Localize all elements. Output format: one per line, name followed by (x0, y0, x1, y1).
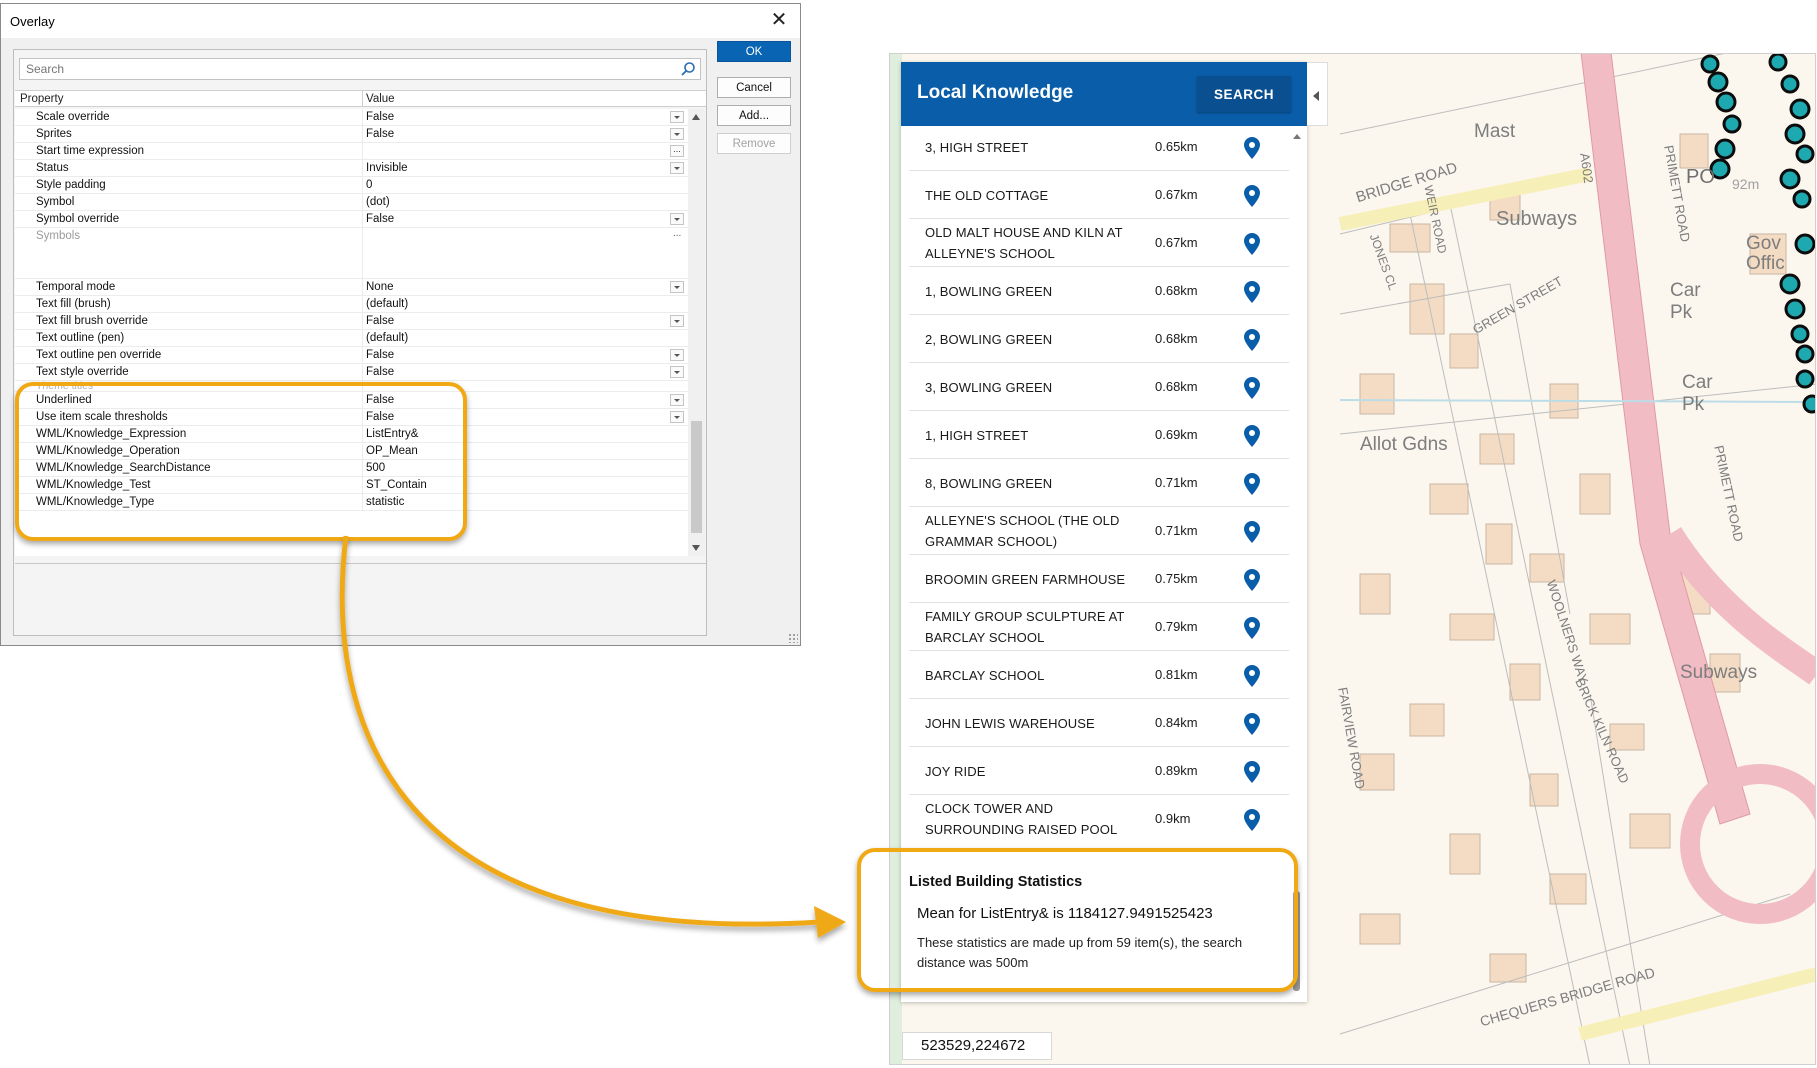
list-item[interactable]: 3, HIGH STREET 0.65km (909, 126, 1289, 171)
map-label-mast: Mast (1474, 121, 1516, 142)
item-distance: 0.81km (1155, 667, 1198, 682)
item-name: JOHN LEWIS WAREHOUSE (925, 715, 1095, 731)
item-name: THE OLD COTTAGE (925, 187, 1049, 203)
item-distance: 0.67km (1155, 235, 1198, 250)
list-item[interactable]: BARCLAY SCHOOL 0.81km (909, 651, 1289, 699)
search-button[interactable]: SEARCH (1197, 76, 1291, 112)
list-item[interactable]: 8, BOWLING GREEN 0.71km (909, 459, 1289, 507)
map-pin-icon[interactable] (1244, 473, 1260, 495)
item-name: 1, HIGH STREET (925, 427, 1029, 443)
list-item[interactable]: BROOMIN GREEN FARMHOUSE 0.75km (909, 555, 1289, 603)
item-name: 3, BOWLING GREEN (925, 379, 1053, 395)
item-distance: 0.89km (1155, 763, 1198, 778)
list-item[interactable]: OLD MALT HOUSE AND KILN AT ALLEYNE'S SCH… (909, 219, 1289, 267)
list-item[interactable]: 1, HIGH STREET 0.69km (909, 411, 1289, 459)
map-pin-icon[interactable] (1244, 713, 1260, 735)
item-distance: 0.69km (1155, 427, 1198, 442)
item-name: 2, BOWLING GREEN (925, 331, 1053, 347)
item-distance: 0.68km (1155, 283, 1198, 298)
item-name: 3, HIGH STREET (925, 139, 1029, 155)
map-label-car-pk-1: Car Pk (1670, 280, 1701, 323)
item-distance: 0.65km (1155, 139, 1198, 154)
local-knowledge-title: Local Knowledge (917, 82, 1074, 103)
map-label-allot-gdns: Allot Gdns (1360, 434, 1448, 455)
item-distance: 0.75km (1155, 571, 1198, 586)
item-name: 1, BOWLING GREEN (925, 283, 1053, 299)
item-name: BARCLAY SCHOOL (925, 667, 1045, 683)
item-name: OLD MALT HOUSE AND KILN AT ALLEYNE'S SCH… (925, 225, 1123, 261)
coordinate-readout: 523529,224672 (902, 1032, 1052, 1060)
map-label-po: PO (1686, 166, 1715, 188)
map-pin-icon[interactable] (1244, 569, 1260, 591)
item-name: FAMILY GROUP SCULPTURE AT BARCLAY SCHOOL (925, 609, 1125, 645)
map-pin-icon[interactable] (1244, 617, 1260, 639)
map-label-gov-offices: Gov Offic (1746, 233, 1785, 274)
map-pin-icon[interactable] (1244, 521, 1260, 543)
map-label-spot-height: 92m (1732, 176, 1760, 192)
highlight-box-statistics (857, 848, 1298, 992)
item-name: BROOMIN GREEN FARMHOUSE (925, 571, 1126, 587)
list-item[interactable]: ALLEYNE'S SCHOOL (THE OLD GRAMMAR SCHOOL… (909, 507, 1289, 555)
map-label-subways-1: Subways (1496, 208, 1578, 230)
item-distance: 0.71km (1155, 475, 1198, 490)
item-name: JOY RIDE (925, 763, 986, 779)
item-distance: 0.79km (1155, 619, 1198, 634)
item-distance: 0.67km (1155, 187, 1198, 202)
list-item[interactable]: 3, BOWLING GREEN 0.68km (909, 363, 1289, 411)
map-pin-icon[interactable] (1244, 425, 1260, 447)
item-distance: 0.68km (1155, 379, 1198, 394)
item-name: 8, BOWLING GREEN (925, 475, 1053, 491)
map-pin-icon[interactable] (1244, 185, 1260, 207)
map-pin-icon[interactable] (1244, 809, 1260, 831)
list-item[interactable]: 1, BOWLING GREEN 0.68km (909, 267, 1289, 315)
map-pin-icon[interactable] (1244, 137, 1260, 159)
list-item[interactable]: JOHN LEWIS WAREHOUSE 0.84km (909, 699, 1289, 747)
map-pin-icon[interactable] (1244, 665, 1260, 687)
item-name: ALLEYNE'S SCHOOL (THE OLD GRAMMAR SCHOOL… (925, 513, 1120, 549)
item-distance: 0.71km (1155, 523, 1198, 538)
map-pin-icon[interactable] (1244, 761, 1260, 783)
local-knowledge-header: Local Knowledge SEARCH (901, 62, 1307, 126)
map-label-car-pk-2: Car Pk (1682, 372, 1713, 415)
map-label-subways-2: Subways (1680, 662, 1758, 683)
item-distance: 0.84km (1155, 715, 1198, 730)
item-name: CLOCK TOWER AND SURROUNDING RAISED POOL (925, 801, 1118, 837)
list-item[interactable]: FAMILY GROUP SCULPTURE AT BARCLAY SCHOOL… (909, 603, 1289, 651)
map-pin-icon[interactable] (1244, 233, 1260, 255)
collapse-panel-button[interactable] (1307, 62, 1328, 126)
list-item[interactable]: JOY RIDE 0.89km (909, 747, 1289, 795)
list-item[interactable]: 2, BOWLING GREEN 0.68km (909, 315, 1289, 363)
map-pin-icon[interactable] (1244, 281, 1260, 303)
map-pin-icon[interactable] (1244, 329, 1260, 351)
list-item[interactable]: CLOCK TOWER AND SURROUNDING RAISED POOL 0… (909, 795, 1289, 841)
map-pin-icon[interactable] (1244, 377, 1260, 399)
list-item[interactable]: THE OLD COTTAGE 0.67km (909, 171, 1289, 219)
scroll-up-icon[interactable] (1293, 134, 1301, 139)
results-list: 3, HIGH STREET 0.65km THE OLD COTTAGE 0.67k… (901, 126, 1307, 841)
item-distance: 0.68km (1155, 331, 1198, 346)
item-distance: 0.9km (1155, 811, 1191, 826)
